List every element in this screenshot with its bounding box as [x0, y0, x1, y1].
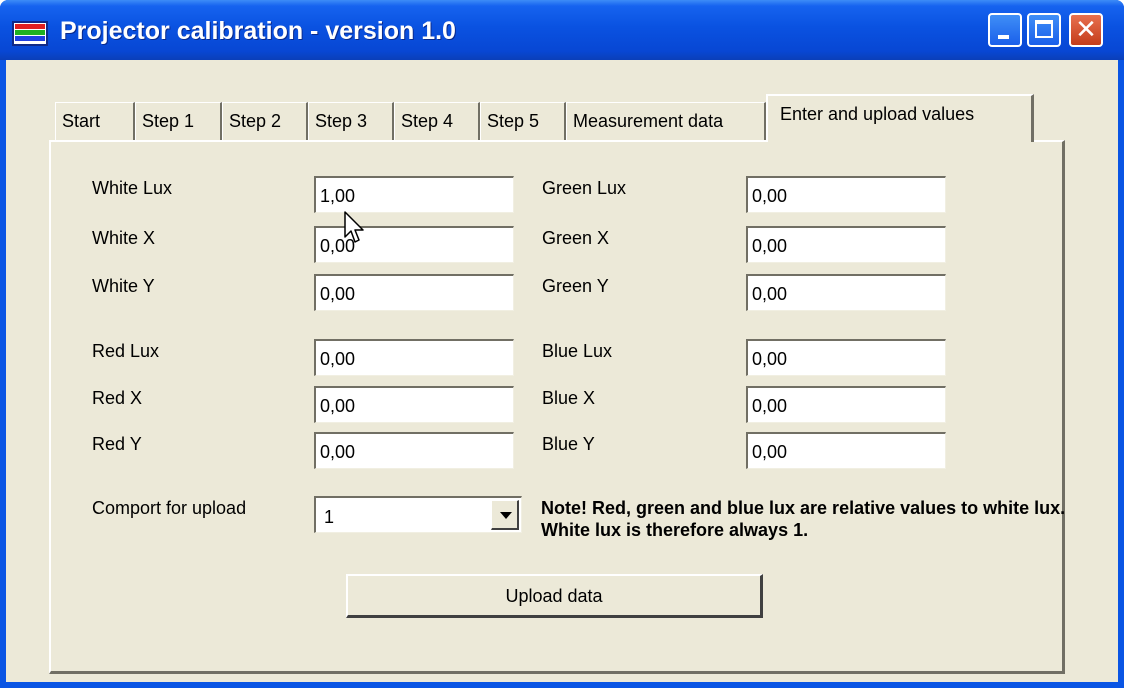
- red-x-input[interactable]: 0,00: [314, 386, 514, 423]
- maximize-button[interactable]: [1027, 13, 1061, 47]
- maximize-icon: [1035, 20, 1053, 38]
- green-y-label: Green Y: [542, 276, 609, 296]
- red-x-label: Red X: [92, 388, 143, 408]
- tab-enter-and-upload-values[interactable]: Enter and upload values: [766, 94, 1034, 142]
- green-x-label: Green X: [542, 228, 610, 248]
- green-lux-input[interactable]: 0,00: [746, 176, 946, 213]
- white-lux-label: White Lux: [92, 178, 173, 198]
- window-title: Projector calibration - version 1.0: [60, 17, 456, 45]
- mouse-pointer-icon: [344, 211, 364, 243]
- blue-lux-input[interactable]: 0,00: [746, 339, 946, 376]
- white-lux-input[interactable]: 1,00: [314, 176, 514, 213]
- blue-y-input[interactable]: 0,00: [746, 432, 946, 469]
- white-y-input[interactable]: 0,00: [314, 274, 514, 311]
- minimize-icon: [998, 35, 1009, 39]
- close-icon: ✕: [1075, 15, 1097, 45]
- minimize-button[interactable]: [988, 13, 1022, 47]
- rgb-bars-icon: [12, 21, 48, 46]
- comport-select[interactable]: 1: [314, 496, 522, 533]
- red-y-input[interactable]: 0,00: [314, 432, 514, 469]
- blue-lux-label: Blue Lux: [542, 341, 613, 361]
- title-bar[interactable]: Projector calibration - version 1.0 ✕: [0, 0, 1124, 60]
- close-button[interactable]: ✕: [1069, 13, 1103, 47]
- blue-y-label: Blue Y: [542, 434, 595, 454]
- tab-step-5[interactable]: Step 5: [480, 102, 566, 140]
- blue-x-label: Blue X: [542, 388, 596, 408]
- blue-x-input[interactable]: 0,00: [746, 386, 946, 423]
- white-y-label: White Y: [92, 276, 155, 296]
- tab-step-3[interactable]: Step 3: [308, 102, 394, 140]
- green-lux-label: Green Lux: [542, 178, 627, 198]
- red-y-label: Red Y: [92, 434, 142, 454]
- green-y-input[interactable]: 0,00: [746, 274, 946, 311]
- comport-label: Comport for upload: [92, 498, 247, 518]
- tab-step-2[interactable]: Step 2: [222, 102, 308, 140]
- red-lux-label: Red Lux: [92, 341, 160, 361]
- red-lux-input[interactable]: 0,00: [314, 339, 514, 376]
- tab-step-4[interactable]: Step 4: [394, 102, 480, 140]
- chevron-down-icon: [500, 512, 512, 519]
- tab-start[interactable]: Start: [55, 102, 135, 140]
- dropdown-button[interactable]: [491, 500, 519, 530]
- green-x-input[interactable]: 0,00: [746, 226, 946, 263]
- client-area: Start Step 1 Step 2 Step 3 Step 4 Step 5…: [6, 60, 1118, 682]
- note-text: Note! Red, green and blue lux are relati…: [541, 498, 1066, 540]
- app-window: Projector calibration - version 1.0 ✕ St…: [0, 0, 1124, 688]
- upload-data-button[interactable]: Upload data: [346, 574, 763, 618]
- comport-value: 1: [324, 507, 335, 527]
- tab-step-1[interactable]: Step 1: [135, 102, 222, 140]
- white-x-label: White X: [92, 228, 156, 248]
- tab-measurement-data[interactable]: Measurement data: [566, 102, 766, 140]
